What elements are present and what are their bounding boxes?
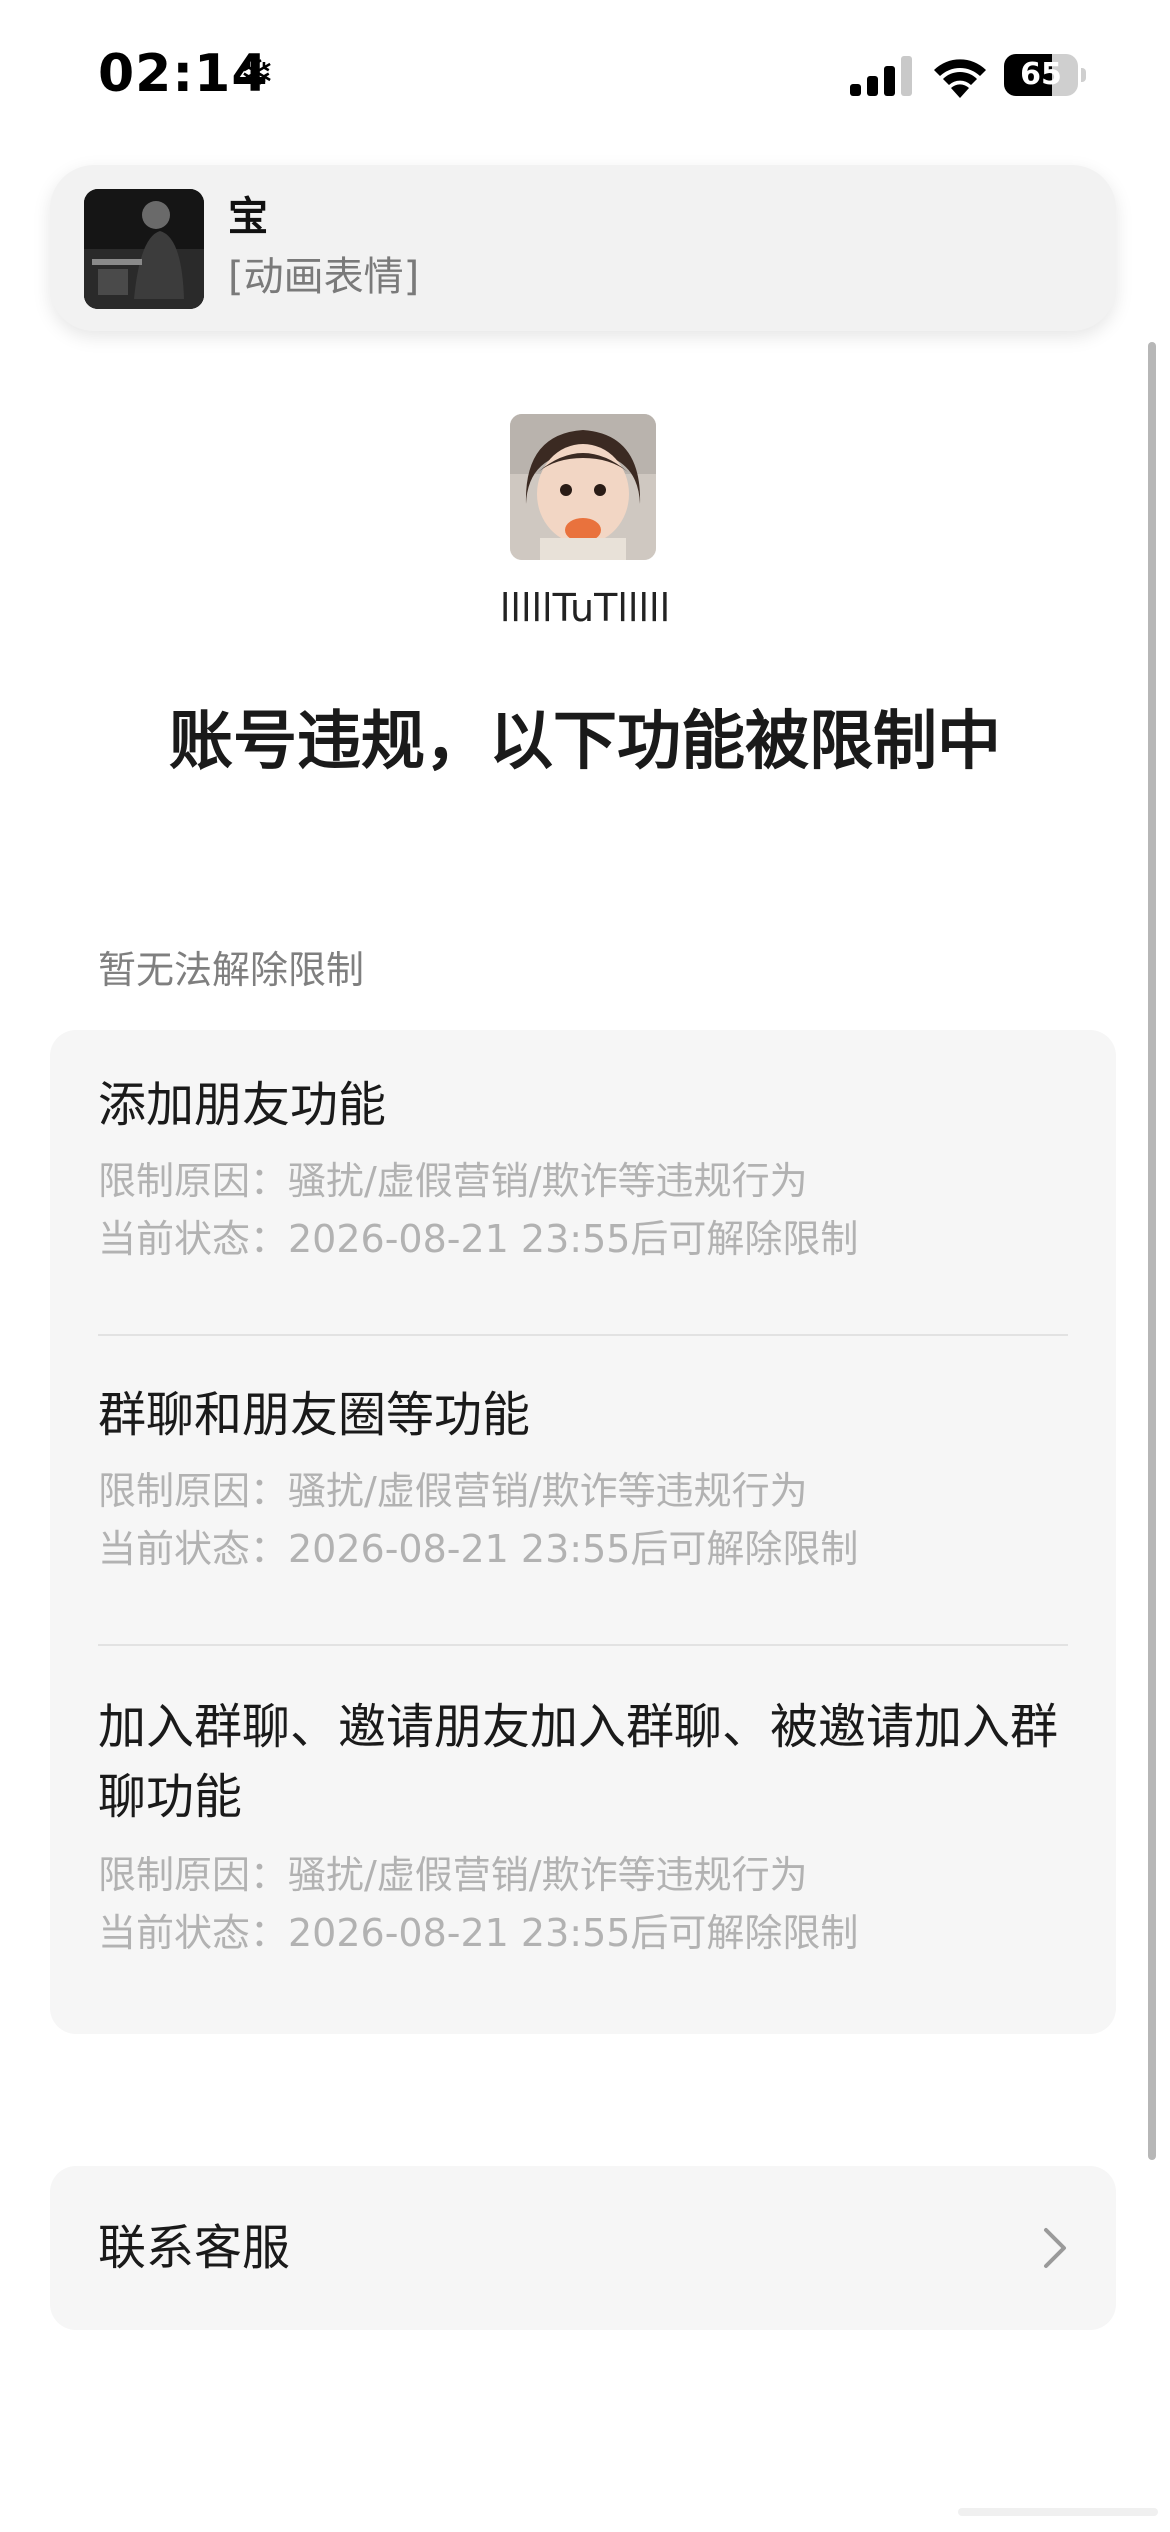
battery-icon: 65 — [1004, 54, 1086, 96]
notification-preview: [动画表情] — [228, 254, 420, 300]
restriction-status: 当前状态：2026-08-21 23:55后可解除限制 — [98, 1217, 859, 1261]
divider — [98, 1334, 1068, 1336]
notification-sender: 宝 — [228, 194, 268, 240]
chevron-right-icon — [1044, 2228, 1066, 2268]
restriction-card: 添加朋友功能 限制原因：骚扰/虚假营销/欺诈等违规行为 当前状态：2026-08… — [50, 1030, 1116, 2034]
profile-avatar — [510, 414, 656, 560]
restriction-title: 群聊和朋友圈等功能 — [98, 1387, 531, 1443]
contact-support-label: 联系客服 — [98, 2220, 291, 2276]
status-bar: 02:14 ❄ 65 — [0, 0, 1170, 150]
battery-nub — [1081, 68, 1086, 82]
battery-percent: 65 — [1020, 57, 1062, 92]
divider — [98, 1644, 1068, 1646]
restriction-title: 加入群聊、邀请朋友加入群聊、被邀请加入群聊功能 — [98, 1699, 1059, 1825]
cellular-signal-icon — [850, 56, 912, 96]
contact-support-button[interactable]: 联系客服 — [50, 2166, 1116, 2330]
wifi-icon — [934, 59, 986, 98]
home-indicator — [958, 2508, 1158, 2516]
notification-avatar — [84, 189, 204, 309]
battery-body: 65 — [1004, 54, 1078, 96]
restriction-reason: 限制原因：骚扰/虚假营销/欺诈等违规行为 — [98, 1159, 808, 1203]
restriction-reason: 限制原因：骚扰/虚假营销/欺诈等违规行为 — [98, 1469, 808, 1513]
page-title: 账号违规，以下功能被限制中 — [169, 705, 1001, 779]
restriction-status: 当前状态：2026-08-21 23:55后可解除限制 — [98, 1911, 859, 1955]
notification-banner[interactable]: 宝 [动画表情] — [50, 165, 1116, 331]
restriction-title: 添加朋友功能 — [98, 1077, 387, 1133]
profile-name: lllllTuTlllll — [499, 586, 671, 630]
snowflake-icon: ❄ — [238, 48, 275, 99]
section-header: 暂无法解除限制 — [98, 948, 365, 992]
restriction-reason: 限制原因：骚扰/虚假营销/欺诈等违规行为 — [98, 1853, 808, 1897]
restriction-status: 当前状态：2026-08-21 23:55后可解除限制 — [98, 1527, 859, 1571]
